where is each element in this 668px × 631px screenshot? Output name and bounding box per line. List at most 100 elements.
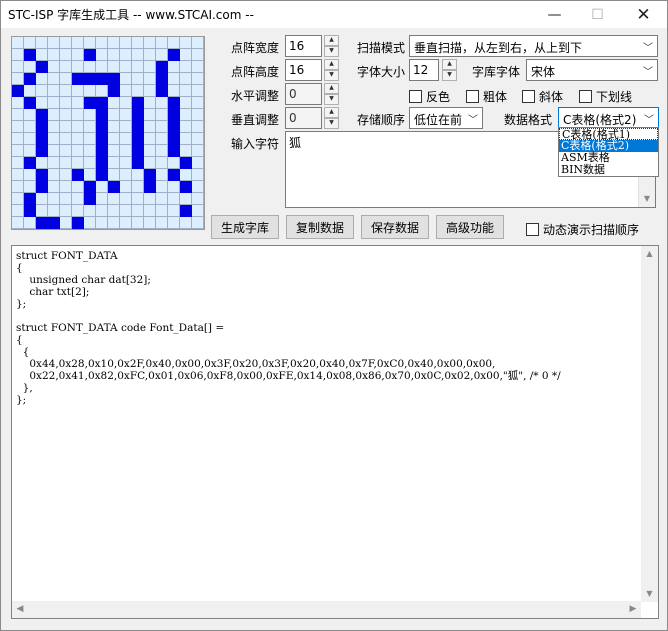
italic-checkbox[interactable]: 斜体 [522, 88, 563, 105]
dot-width-spinner[interactable]: ▲ ▼ [324, 35, 339, 57]
matrix-cell[interactable] [108, 181, 120, 193]
matrix-cell[interactable] [156, 61, 168, 73]
matrix-cell[interactable] [36, 73, 48, 85]
scroll-up-icon[interactable]: ▲ [641, 246, 658, 262]
matrix-cell[interactable] [84, 205, 96, 217]
matrix-cell[interactable] [156, 37, 168, 49]
h-adjust-input[interactable]: 0 [285, 83, 322, 105]
matrix-cell[interactable] [72, 85, 84, 97]
matrix-cell[interactable] [132, 37, 144, 49]
matrix-cell[interactable] [60, 157, 72, 169]
matrix-cell[interactable] [132, 133, 144, 145]
code-horizontal-scrollbar[interactable]: ◀ ▶ [12, 601, 641, 618]
matrix-cell[interactable] [24, 73, 36, 85]
matrix-cell[interactable] [132, 121, 144, 133]
matrix-cell[interactable] [180, 169, 192, 181]
matrix-cell[interactable] [60, 109, 72, 121]
matrix-cell[interactable] [12, 169, 24, 181]
matrix-cell[interactable] [84, 97, 96, 109]
matrix-cell[interactable] [72, 181, 84, 193]
scroll-right-icon[interactable]: ▶ [625, 601, 641, 618]
matrix-cell[interactable] [120, 85, 132, 97]
matrix-cell[interactable] [180, 109, 192, 121]
matrix-cell[interactable] [12, 157, 24, 169]
copy-data-button[interactable]: 复制数据 [286, 215, 354, 239]
matrix-cell[interactable] [36, 169, 48, 181]
matrix-cell[interactable] [24, 181, 36, 193]
matrix-cell[interactable] [36, 193, 48, 205]
matrix-cell[interactable] [72, 73, 84, 85]
dot-height-input[interactable]: 16 [285, 59, 322, 81]
matrix-cell[interactable] [192, 37, 204, 49]
matrix-cell[interactable] [168, 97, 180, 109]
matrix-cell[interactable] [84, 193, 96, 205]
matrix-cell[interactable] [132, 109, 144, 121]
checkbox-box[interactable] [466, 90, 479, 103]
maximize-button[interactable]: ☐ [575, 1, 620, 28]
matrix-cell[interactable] [132, 217, 144, 229]
matrix-cell[interactable] [120, 205, 132, 217]
matrix-cell[interactable] [24, 61, 36, 73]
matrix-cell[interactable] [192, 193, 204, 205]
matrix-cell[interactable] [24, 145, 36, 157]
matrix-cell[interactable] [120, 97, 132, 109]
matrix-cell[interactable] [96, 205, 108, 217]
matrix-cell[interactable] [108, 133, 120, 145]
spin-down-icon[interactable]: ▼ [324, 118, 339, 129]
matrix-cell[interactable] [132, 169, 144, 181]
matrix-cell[interactable] [12, 145, 24, 157]
matrix-cell[interactable] [192, 61, 204, 73]
matrix-cell[interactable] [24, 133, 36, 145]
matrix-cell[interactable] [36, 37, 48, 49]
code-vertical-scrollbar[interactable]: ▲ ▼ [641, 246, 658, 602]
matrix-cell[interactable] [36, 217, 48, 229]
matrix-cell[interactable] [60, 205, 72, 217]
save-data-button[interactable]: 保存数据 [361, 215, 429, 239]
matrix-cell[interactable] [84, 37, 96, 49]
matrix-cell[interactable] [180, 217, 192, 229]
matrix-cell[interactable] [60, 73, 72, 85]
matrix-cell[interactable] [12, 73, 24, 85]
matrix-cell[interactable] [144, 217, 156, 229]
matrix-cell[interactable] [168, 145, 180, 157]
matrix-cell[interactable] [36, 181, 48, 193]
matrix-cell[interactable] [72, 61, 84, 73]
matrix-cell[interactable] [48, 97, 60, 109]
matrix-cell[interactable] [192, 145, 204, 157]
matrix-cell[interactable] [96, 37, 108, 49]
matrix-cell[interactable] [132, 85, 144, 97]
matrix-cell[interactable] [24, 205, 36, 217]
matrix-cell[interactable] [12, 61, 24, 73]
matrix-cell[interactable] [48, 157, 60, 169]
dot-height-spinner[interactable]: ▲ ▼ [324, 59, 339, 81]
matrix-cell[interactable] [144, 205, 156, 217]
matrix-cell[interactable] [132, 157, 144, 169]
matrix-cell[interactable] [72, 193, 84, 205]
matrix-cell[interactable] [84, 85, 96, 97]
matrix-cell[interactable] [36, 145, 48, 157]
code-output[interactable]: struct FONT_DATA { unsigned char dat[32]… [11, 245, 659, 619]
matrix-cell[interactable] [48, 193, 60, 205]
matrix-cell[interactable] [156, 109, 168, 121]
matrix-cell[interactable] [144, 97, 156, 109]
matrix-cell[interactable] [60, 193, 72, 205]
matrix-cell[interactable] [144, 73, 156, 85]
matrix-cell[interactable] [96, 121, 108, 133]
matrix-cell[interactable] [36, 157, 48, 169]
matrix-cell[interactable] [12, 205, 24, 217]
matrix-cell[interactable] [48, 145, 60, 157]
matrix-cell[interactable] [180, 97, 192, 109]
matrix-cell[interactable] [84, 157, 96, 169]
matrix-cell[interactable] [156, 157, 168, 169]
matrix-cell[interactable] [84, 217, 96, 229]
matrix-cell[interactable] [48, 181, 60, 193]
matrix-cell[interactable] [108, 205, 120, 217]
matrix-cell[interactable] [72, 217, 84, 229]
matrix-cell[interactable] [24, 49, 36, 61]
matrix-cell[interactable] [132, 205, 144, 217]
matrix-cell[interactable] [156, 217, 168, 229]
matrix-cell[interactable] [144, 37, 156, 49]
matrix-cell[interactable] [120, 157, 132, 169]
matrix-cell[interactable] [12, 217, 24, 229]
invert-checkbox[interactable]: 反色 [409, 88, 450, 105]
